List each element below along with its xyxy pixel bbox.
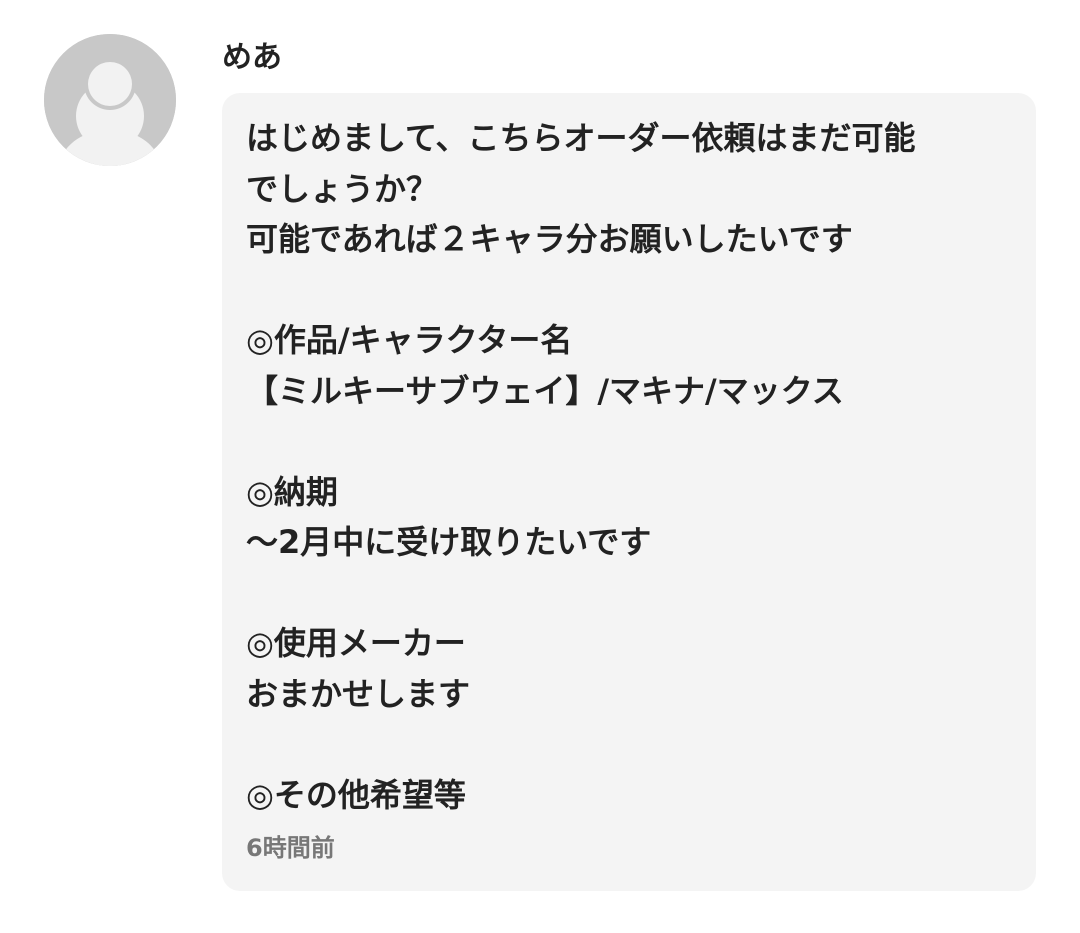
user-avatar-icon[interactable]	[44, 34, 176, 166]
comment-bubble: はじめまして、こちらオーダー依頼はまだ可能 でしょうか？ 可能であれば２キャラ分…	[222, 93, 1036, 891]
default-user-avatar-icon	[44, 34, 176, 166]
username[interactable]: めあ	[222, 38, 282, 78]
comment-timestamp: 6時間前	[246, 834, 335, 862]
comment-message: はじめまして、こちらオーダー依頼はまだ可能 でしょうか？ 可能であれば２キャラ分…	[246, 119, 916, 814]
